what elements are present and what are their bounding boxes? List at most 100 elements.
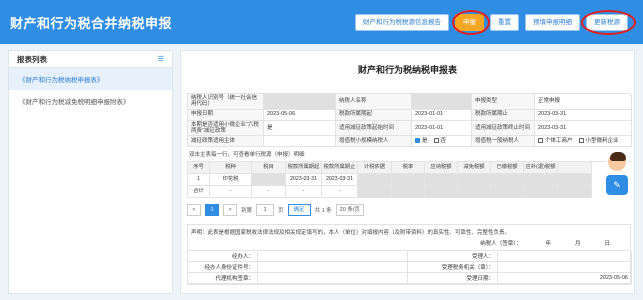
table-cell-redacted[interactable] [252, 174, 286, 187]
table-cell-redacted [558, 186, 592, 199]
checkbox-small-enterprise[interactable]: 小型微利企业 [578, 138, 619, 145]
form-label: 适用减征政策起始时间 [336, 120, 412, 137]
form-value[interactable]: 是 [264, 120, 336, 137]
table-header: 减免税额 [458, 162, 491, 175]
table-cell-redacted[interactable] [524, 174, 558, 187]
declaration-block: 声明：此表是根据国家税收法律法规及相关规定填写的，本人（单位）对填报内容（及附带… [187, 224, 632, 286]
prefill-details-button[interactable]: 预填申报明细 [525, 14, 580, 31]
checkbox-individual[interactable]: 个体工商户 [538, 138, 573, 144]
page-size-select[interactable]: 20 条/页 [335, 204, 364, 217]
table-cell: - [210, 186, 252, 199]
table-cell[interactable]: 2023-03-31 [286, 174, 322, 187]
form-label: 减征政策适用主体 [188, 136, 264, 148]
table-hint: 双击主表每一行，可查看单行税源（申报）明细 [189, 152, 305, 159]
form-label: 增值税一般纳税人 [472, 136, 535, 148]
page-number-button[interactable]: 1 [205, 204, 219, 217]
table-header: 税款所属期起 [286, 162, 322, 175]
declaration-form: 纳税人识别号（统一社会信用代码） 纳税人名称 申报类型 正常申报 申报日期 20… [187, 93, 632, 286]
form-label: 税款所属期止 [472, 109, 535, 121]
app-title: 财产和行为税合并纳税申报 [10, 15, 173, 31]
table-header: 序号 [188, 162, 210, 175]
small-scale-checkboxes: 是 否 [412, 136, 472, 148]
next-page-icon[interactable]: > [223, 204, 237, 217]
table-header: 税种 [210, 162, 252, 175]
form-title: 财产和行为税纳税申报表 [357, 65, 457, 75]
declaration-grid: 经办人： 受理人： 经办人身份证件号： 受理税务机关（章）： 代理机构签章： 受… [188, 250, 632, 285]
declare-button[interactable]: 申报 [455, 14, 484, 31]
form-value: 正常申报 [535, 94, 632, 110]
empty-box-icon [538, 138, 543, 144]
sidebar-item-main-report[interactable]: 《财产和行为税纳税申报表》 [9, 68, 172, 90]
table-cell-redacted[interactable] [358, 174, 392, 187]
signature-line: 纳税人（签章）： 年 月 日 [188, 239, 630, 250]
table-header: 已缴税额 [491, 162, 524, 175]
empty-box-icon [433, 138, 439, 144]
checkbox-label: 小型微利企业 [585, 138, 619, 145]
table-cell-redacted [358, 186, 392, 199]
table-cell-redacted [491, 186, 524, 199]
day-label: 日 [604, 241, 610, 248]
checkbox-label: 否 [440, 138, 447, 145]
update-tax-source-button[interactable]: 更新税源 [586, 14, 628, 31]
declaration-value[interactable] [258, 262, 408, 274]
table-header: 计税依据 [358, 162, 392, 175]
declaration-value[interactable] [258, 273, 408, 285]
form-label: 税款所属期起 [336, 109, 412, 121]
table-cell: - [252, 186, 286, 199]
main-panel: 财产和行为税纳税申报表 纳税人识别号（统一社会信用代码） 纳税人名称 申报类型 … [180, 50, 635, 294]
form-value: 2023-01-01 [412, 109, 472, 121]
checkbox-label: 是 [422, 138, 428, 145]
declaration-label: 经办人： [188, 251, 258, 263]
declaration-value: 2023-05-06 [498, 273, 632, 285]
prev-page-icon[interactable]: < [187, 204, 201, 217]
table-cell[interactable]: 1 [188, 174, 210, 187]
general-taxpayer-checkboxes: 个体工商户 小型微利企业 [535, 136, 632, 148]
declaration-text: 声明：此表是根据国家税收法律法规及相关规定填写的，本人（单位）对填报内容（及附带… [191, 230, 511, 237]
table-cell: - [286, 186, 322, 199]
declaration-label: 受理人： [408, 251, 498, 263]
checkbox-label: 个体工商户 [545, 138, 573, 145]
table-cell-redacted[interactable] [558, 174, 592, 187]
checked-box-icon [415, 138, 420, 144]
form-label: 申报日期 [188, 109, 264, 121]
sidebar-header: 报表列表 ☰ [9, 51, 172, 68]
declaration-label: 受理日期： [408, 273, 498, 285]
sidebar-item-reduction-schedule[interactable]: 《财产和行为税减免税明细申报附表》 [9, 90, 172, 112]
form-header-grid: 纳税人识别号（统一社会信用代码） 纳税人名称 申报类型 正常申报 申报日期 20… [187, 93, 632, 148]
page-unit: 页 [278, 208, 284, 215]
checkbox-yes[interactable]: 是 [415, 138, 428, 144]
declaration-value [498, 262, 632, 274]
month-label: 月 [574, 241, 581, 248]
table-cell-redacted [458, 186, 491, 199]
form-label: 本期是否适用小微企业“六税两费”减征政策 [188, 120, 264, 137]
assistant-avatar[interactable] [606, 151, 628, 173]
form-value: 2023-03-31 [535, 120, 632, 137]
form-value-redacted [264, 94, 336, 110]
table-cell-redacted[interactable] [392, 174, 425, 187]
document-icon[interactable]: ✎ [606, 175, 628, 195]
form-label: 适用减征政策终止时间 [472, 120, 535, 137]
sidebar-title: 报表列表 [17, 54, 47, 64]
declaration-value[interactable] [258, 251, 408, 263]
tax-source-report-button[interactable]: 财产和行为税税源信息报告 [355, 14, 449, 31]
checkbox-no[interactable]: 否 [433, 138, 447, 145]
top-header: 财产和行为税合并纳税申报 财产和行为税税源信息报告 申报 重置 预填申报明细 更… [0, 0, 643, 44]
table-cell-redacted[interactable] [425, 174, 458, 187]
layers-icon[interactable]: ☰ [158, 55, 164, 63]
page-input[interactable]: 1 [256, 204, 275, 217]
pagination: < 1 > 到第 1 页 确定 共 1 条 20 条/页 [187, 204, 631, 217]
form-value [264, 136, 336, 148]
table-cell[interactable]: 2023-03-31 [322, 174, 358, 187]
table-header [558, 162, 592, 175]
declaration-label: 代理机构签章： [188, 273, 258, 285]
table-cell: 合计 [188, 186, 210, 199]
form-label: 纳税人名称 [336, 94, 412, 110]
goto-button[interactable]: 确定 [287, 204, 311, 217]
table-header: 税款所属期止 [322, 162, 358, 175]
table-cell[interactable]: 印花税 [210, 174, 252, 187]
table-header: 应补(退)税额 [524, 162, 558, 175]
table-cell-redacted[interactable] [491, 174, 524, 187]
reset-button[interactable]: 重置 [490, 14, 519, 31]
table-cell-redacted[interactable] [458, 174, 491, 187]
table-cell-redacted [425, 186, 458, 199]
